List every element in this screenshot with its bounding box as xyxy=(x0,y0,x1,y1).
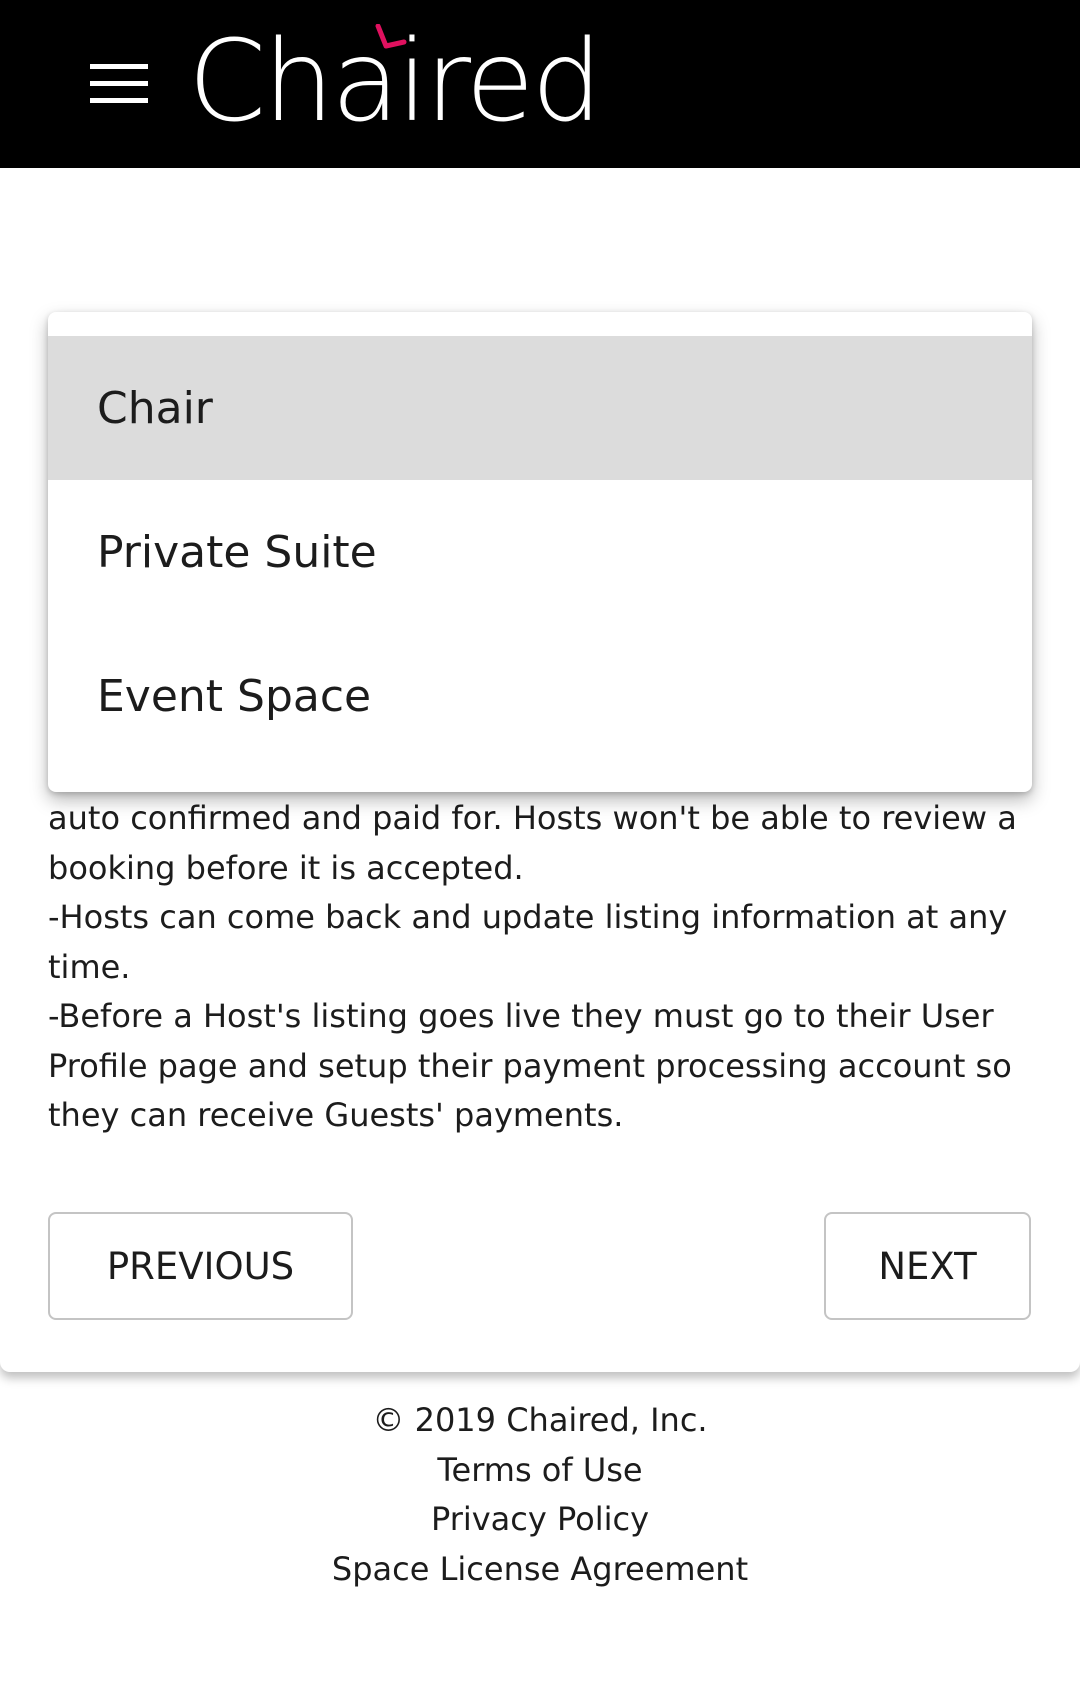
instruction-line: -Hosts can come back and update listing … xyxy=(48,898,1008,936)
instruction-line: Profile page and setup their payment pro… xyxy=(48,1046,1012,1085)
next-button[interactable]: NEXT xyxy=(824,1212,1031,1320)
instruction-line: auto confirmed and paid for. Hosts won't… xyxy=(48,799,1017,837)
top-navigation-bar: Chaired xyxy=(0,0,1080,168)
dropdown-option-private-suite[interactable]: Private Suite xyxy=(48,480,1032,624)
space-type-dropdown-menu: Chair Private Suite Event Space xyxy=(48,312,1032,792)
previous-button[interactable]: PREVIOUS xyxy=(48,1212,353,1320)
terms-of-use-link[interactable]: Terms of Use xyxy=(0,1446,1080,1496)
chaired-logo[interactable]: Chaired xyxy=(188,18,603,148)
instruction-line: booking before it is accepted. xyxy=(48,848,524,887)
instruction-line: -Before a Host's listing goes live they … xyxy=(48,997,994,1035)
instruction-line: they can receive Guests' payments. xyxy=(48,1096,624,1134)
space-license-agreement-link[interactable]: Space License Agreement xyxy=(0,1545,1080,1595)
dropdown-option-event-space[interactable]: Event Space xyxy=(48,624,1032,768)
copyright-text: © 2019 Chaired, Inc. xyxy=(372,1401,708,1439)
instruction-line: time. xyxy=(48,947,131,986)
listing-instructions-text: auto confirmed and paid for. Hosts won't… xyxy=(48,794,1028,1141)
logo-accent-mark xyxy=(375,24,407,49)
dropdown-option-chair[interactable]: Chair xyxy=(48,336,1032,480)
page-footer: © 2019 Chaired, Inc. Terms of Use Privac… xyxy=(0,1396,1080,1594)
hamburger-menu-icon[interactable] xyxy=(90,64,148,104)
privacy-policy-link[interactable]: Privacy Policy xyxy=(0,1495,1080,1545)
